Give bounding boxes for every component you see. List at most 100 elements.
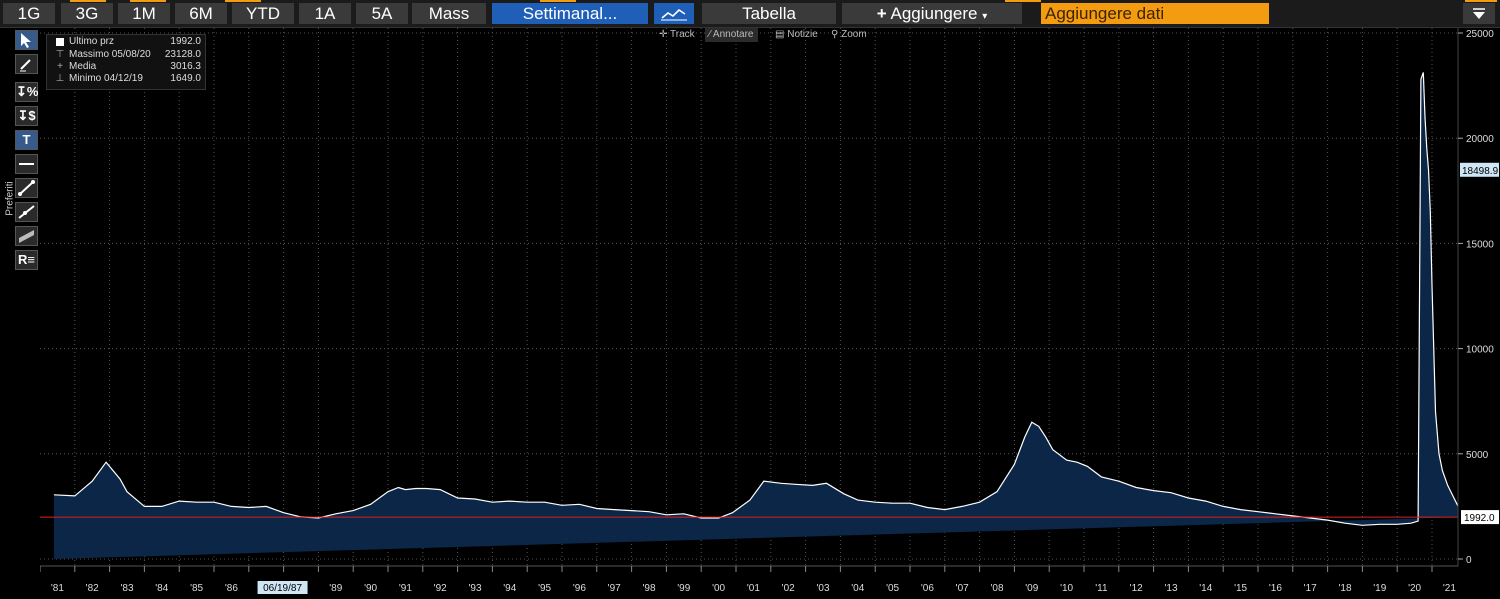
x-tick-label: '81 xyxy=(51,583,64,594)
x-tick-label: '84 xyxy=(155,583,168,594)
y-tick-label: 10000 xyxy=(1466,345,1494,356)
add-button-label: Aggiungere xyxy=(890,4,978,23)
x-tick-label: '02 xyxy=(782,583,795,594)
x-tick-label: '10 xyxy=(1060,583,1073,594)
x-tick-label: '00 xyxy=(712,583,725,594)
x-tick-label: '89 xyxy=(329,583,342,594)
top-toolbar: 1G 3G 1M 6M YTD 1A 5A Mass Settimanal... Tabell… xyxy=(0,0,1500,28)
x-tick-label: '94 xyxy=(503,583,516,594)
last-value-label: 1992.0 xyxy=(1464,513,1495,524)
period-button-1a[interactable]: 1A xyxy=(299,3,351,24)
magnifier-icon: ⚲ xyxy=(831,29,839,40)
dollar-arrow-icon: ↧$ xyxy=(17,108,36,123)
square-icon xyxy=(56,38,64,46)
period-button-ytd[interactable]: YTD xyxy=(232,3,294,24)
y-tick-label: 0 xyxy=(1466,555,1472,566)
x-tick-label: '03 xyxy=(816,583,829,594)
arrow-cursor-icon xyxy=(21,33,31,48)
table-button[interactable]: Tabella xyxy=(702,3,836,24)
x-tick-label: '82 xyxy=(86,583,99,594)
legend-row-last: Ultimo prz 1992.0 xyxy=(51,36,201,48)
x-tick-label: '14 xyxy=(1199,583,1212,594)
high-marker-icon: ⊤ xyxy=(55,49,65,60)
x-tick-label: '08 xyxy=(990,583,1003,594)
news-icon: ▤ xyxy=(775,29,785,40)
trend-line-tool[interactable] xyxy=(15,178,38,198)
x-tick-label: '20 xyxy=(1408,583,1421,594)
ray-line-tool[interactable] xyxy=(15,202,38,222)
drawing-toolbar: ↧% ↧$ T R≡ Preferiti xyxy=(0,28,40,599)
channel-icon xyxy=(19,230,34,243)
crosshair-icon: ✛ xyxy=(659,29,668,40)
news-tool[interactable]: ▤ Notizie xyxy=(771,28,822,42)
x-tick-label: '16 xyxy=(1269,583,1282,594)
x-tick-label: '96 xyxy=(573,583,586,594)
horizontal-line-icon xyxy=(19,163,34,165)
frequency-dropdown[interactable]: Settimanal... xyxy=(492,3,648,24)
x-tick-label: '15 xyxy=(1234,583,1247,594)
plus-icon: + xyxy=(876,4,887,23)
channel-tool[interactable] xyxy=(15,226,38,246)
x-tick-label: '90 xyxy=(364,583,377,594)
period-button-6m[interactable]: 6M xyxy=(175,3,227,24)
legend-row-high: ⊤ Massimo 05/08/20 23128.0 xyxy=(55,49,201,60)
x-tick-label: '09 xyxy=(1025,583,1038,594)
x-tick-label: '98 xyxy=(642,583,655,594)
x-tick-label: '06 xyxy=(921,583,934,594)
x-tick-label: '12 xyxy=(1130,583,1143,594)
x-tick-label: '04 xyxy=(851,583,864,594)
text-icon: T xyxy=(22,132,31,147)
horizontal-line-tool[interactable] xyxy=(15,154,38,174)
x-tick-label: '21 xyxy=(1443,583,1456,594)
menu-button[interactable] xyxy=(1463,3,1495,24)
menu-down-icon xyxy=(1473,8,1485,19)
text-tool[interactable]: T xyxy=(15,130,38,150)
x-tick-label: '86 xyxy=(225,583,238,594)
chart-type-button[interactable] xyxy=(654,3,694,24)
percent-arrow-icon: ↧% xyxy=(16,84,39,99)
x-tick-label: '83 xyxy=(120,583,133,594)
x-tick-label: '93 xyxy=(468,583,481,594)
period-button-3g[interactable]: 3G xyxy=(61,3,113,24)
ray-line-icon xyxy=(18,205,35,219)
zoom-tool[interactable]: ⚲ Zoom xyxy=(827,28,871,42)
regression-icon: R≡ xyxy=(18,252,35,267)
x-tick-label: '85 xyxy=(190,583,203,594)
x-tick-label: '97 xyxy=(608,583,621,594)
add-data-input[interactable]: Aggiungere dati xyxy=(1041,3,1269,24)
favorites-label[interactable]: Preferiti xyxy=(5,169,16,229)
legend-row-average: + Media 3016.3 xyxy=(51,61,201,73)
dollar-tool[interactable]: ↧$ xyxy=(15,106,38,126)
period-button-1g[interactable]: 1G xyxy=(3,3,55,24)
level-value-label: 18498.9 xyxy=(1462,166,1499,177)
trend-line-icon xyxy=(18,180,35,196)
x-tick-label: '95 xyxy=(538,583,551,594)
y-tick-label: 20000 xyxy=(1466,134,1494,145)
x-tick-label: '13 xyxy=(1164,583,1177,594)
pencil-icon: ⁄ xyxy=(709,29,711,40)
pen-tool[interactable] xyxy=(15,54,38,74)
x-tick-label: '19 xyxy=(1373,583,1386,594)
track-tool[interactable]: ✛ Track xyxy=(655,28,699,42)
x-tick-label: '91 xyxy=(399,583,412,594)
legend-row-low: ⊥ Minimo 04/12/19 1649.0 xyxy=(55,73,201,84)
x-tick-label: '18 xyxy=(1338,583,1351,594)
period-button-5a[interactable]: 5A xyxy=(356,3,408,24)
period-button-1m[interactable]: 1M xyxy=(118,3,170,24)
chart-legend: Ultimo prz 1992.0 ⊤ Massimo 05/08/20 231… xyxy=(46,34,206,90)
x-tick-label: '11 xyxy=(1095,583,1108,594)
caret-down-icon: ▾ xyxy=(982,11,988,22)
cursor-tool[interactable] xyxy=(15,30,38,50)
line-chart-icon xyxy=(661,8,687,21)
annotate-tool[interactable]: ⁄ Annotare xyxy=(705,28,758,42)
add-button[interactable]: + Aggiungere ▾ xyxy=(842,3,1022,24)
y-tick-label: 5000 xyxy=(1466,450,1489,461)
x-tick-label: '99 xyxy=(677,583,690,594)
percent-tool[interactable]: ↧% xyxy=(15,82,38,102)
x-tick-label: '07 xyxy=(956,583,969,594)
average-marker-icon: + xyxy=(57,61,63,72)
regression-tool[interactable]: R≡ xyxy=(15,250,38,270)
low-marker-icon: ⊥ xyxy=(55,73,65,84)
chart-canvas[interactable]: 0 5000 10000 15000 20000 25000 '81 '82 '83 '84 '8… xyxy=(0,0,1500,599)
period-button-mass[interactable]: Mass xyxy=(412,3,486,24)
